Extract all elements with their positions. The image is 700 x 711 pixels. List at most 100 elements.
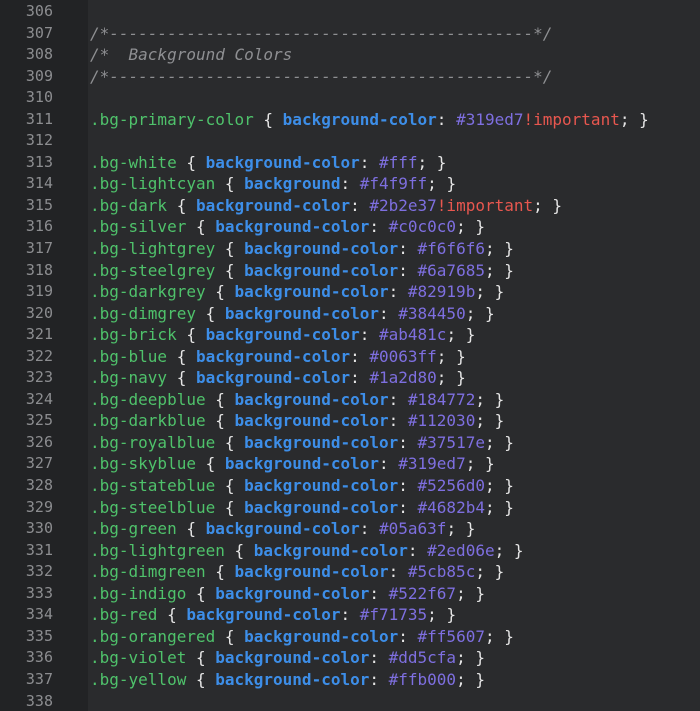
code-line[interactable]: 334 .bg-red { background-color: #f71735; … [0, 604, 700, 626]
code-line[interactable]: 336 .bg-violet { background-color: #dd5cf… [0, 647, 700, 669]
code-line[interactable]: 315 .bg-dark { background-color: #2b2e37!… [0, 195, 700, 217]
line-number: 315 [25, 195, 53, 214]
line-number: 313 [25, 152, 53, 171]
line-number: 338 [25, 691, 53, 710]
code-line[interactable]: 308 /* Background Colors [0, 44, 700, 66]
line-code: .bg-steelblue { background-color: #4682b… [90, 497, 514, 519]
line-number: 325 [25, 411, 53, 430]
css-value: #1a2d80 [369, 368, 437, 388]
line-code: .bg-steelgrey { background-color: #6a768… [90, 260, 514, 282]
code-punctuation: ; } [417, 152, 447, 172]
css-selector: .bg-dimgrey [90, 303, 196, 323]
css-property: background-color [224, 303, 379, 323]
code-punctuation: : [407, 540, 428, 560]
code-line[interactable]: 320 .bg-dimgrey { background-color: #3844… [0, 303, 700, 325]
code-line[interactable]: 338 [0, 691, 700, 711]
code-line[interactable]: 328 .bg-stateblue { background-color: #52… [0, 475, 700, 497]
line-number: 319 [25, 282, 53, 301]
code-punctuation: : [350, 346, 370, 366]
css-value: #fff [379, 152, 418, 172]
css-property: background-color [215, 583, 370, 603]
code-lines: 306 307 /*--------------------------------… [0, 1, 700, 711]
line-code: .bg-blue { background-color: #0063ff; } [90, 346, 466, 368]
code-line[interactable]: 331 .bg-lightgreen { background-color: #2… [0, 540, 700, 562]
css-selector: .bg-dimgreen [90, 562, 206, 582]
code-line[interactable]: 318 .bg-steelgrey { background-color: #6a… [0, 260, 700, 282]
code-punctuation: : [359, 519, 379, 539]
code-line[interactable]: 316 .bg-silver { background-color: #c0c0c… [0, 216, 700, 238]
code-line[interactable]: 311 .bg-primary-color { background-color:… [0, 109, 700, 131]
css-value: #4682b4 [417, 497, 485, 517]
line-number: 320 [25, 303, 53, 322]
css-selector: .bg-white [90, 152, 177, 172]
code-punctuation: ; } [484, 239, 514, 259]
code-punctuation: ; } [494, 540, 524, 560]
css-property: background-color [244, 497, 399, 517]
code-line[interactable]: 332 .bg-dimgreen { background-color: #5cb… [0, 561, 700, 583]
code-punctuation: { [205, 389, 235, 409]
line-number: 326 [25, 432, 53, 451]
code-line[interactable]: 337 .bg-yellow { background-color: #ffb00… [0, 669, 700, 691]
css-selector: .bg-lightgreen [90, 540, 225, 560]
css-property: background-color [205, 325, 360, 345]
line-number: 317 [25, 239, 53, 258]
code-line[interactable]: 321 .bg-brick { background-color: #ab481c… [0, 324, 700, 346]
line-number: 308 [25, 45, 53, 64]
line-code: .bg-brick { background-color: #ab481c; } [90, 324, 475, 346]
css-selector: .bg-silver [90, 217, 187, 237]
code-punctuation: : [388, 282, 408, 302]
css-selector: .bg-deepblue [90, 389, 206, 409]
code-comment: /*--------------------------------------… [90, 23, 553, 43]
code-line[interactable]: 333 .bg-indigo { background-color: #522f6… [0, 583, 700, 605]
line-code: .bg-skyblue { background-color: #319ed7;… [90, 453, 495, 475]
css-selector: .bg-royalblue [90, 432, 216, 452]
code-punctuation: { [215, 174, 245, 194]
code-punctuation: : [340, 605, 360, 625]
code-line[interactable]: 309 /*-----------------------------------… [0, 66, 700, 88]
line-code: .bg-dimgrey { background-color: #384450;… [90, 303, 495, 325]
code-line[interactable]: 322 .bg-blue { background-color: #0063ff;… [0, 346, 700, 368]
code-punctuation: : [398, 497, 418, 517]
code-line[interactable]: 324 .bg-deepblue { background-color: #184… [0, 389, 700, 411]
code-line[interactable]: 323 .bg-navy { background-color: #1a2d80;… [0, 367, 700, 389]
code-punctuation: : [350, 368, 370, 388]
css-selector: .bg-steelblue [90, 497, 216, 517]
line-code: .bg-violet { background-color: #dd5cfa; … [90, 647, 485, 669]
code-punctuation: : [359, 325, 379, 345]
code-line[interactable]: 327 .bg-skyblue { background-color: #319e… [0, 453, 700, 475]
css-property: background-color [244, 432, 399, 452]
line-number: 310 [25, 88, 53, 107]
css-selector: .bg-lightgrey [90, 239, 216, 259]
code-punctuation: { [215, 260, 245, 280]
code-line[interactable]: 307 /*-----------------------------------… [0, 23, 700, 45]
code-line[interactable]: 314 .bg-lightcyan { background: #f4f9ff; … [0, 173, 700, 195]
code-line[interactable]: 335 .bg-orangered { background-color: #ff… [0, 626, 700, 648]
css-value: #ffb000 [388, 669, 457, 689]
code-line[interactable]: 329 .bg-steelblue { background-color: #46… [0, 497, 700, 519]
code-line[interactable]: 317 .bg-lightgrey { background-color: #f6… [0, 238, 700, 260]
code-punctuation: : [369, 648, 389, 668]
line-number: 311 [25, 109, 53, 128]
code-punctuation: { [215, 626, 245, 646]
css-property: background-color [186, 605, 341, 625]
code-line[interactable]: 326 .bg-royalblue { background-color: #37… [0, 432, 700, 454]
code-line[interactable]: 325 .bg-darkblue { background-color: #112… [0, 410, 700, 432]
code-line[interactable]: 310 [0, 87, 700, 109]
code-punctuation: { [186, 217, 216, 237]
code-line[interactable]: 319 .bg-darkgrey { background-color: #829… [0, 281, 700, 303]
code-line[interactable]: 312 [0, 130, 700, 152]
code-line[interactable]: 313 .bg-white { background-color: #fff; } [0, 152, 700, 174]
css-property: background-color [215, 217, 370, 237]
line-number: 322 [25, 346, 53, 365]
code-line[interactable]: 330 .bg-green { background-color: #05a63f… [0, 518, 700, 540]
line-code: .bg-dimgreen { background-color: #5cb85c… [90, 561, 504, 583]
code-line[interactable]: 306 [0, 1, 700, 23]
code-punctuation: ; } [533, 195, 563, 215]
code-editor[interactable]: 306 307 /*--------------------------------… [0, 0, 700, 711]
css-value: #c0c0c0 [388, 217, 457, 237]
code-punctuation: : [398, 239, 418, 259]
code-punctuation: { [253, 109, 283, 129]
css-selector: .bg-brick [90, 325, 177, 345]
code-punctuation: : [398, 476, 418, 496]
line-number: 321 [25, 325, 53, 344]
